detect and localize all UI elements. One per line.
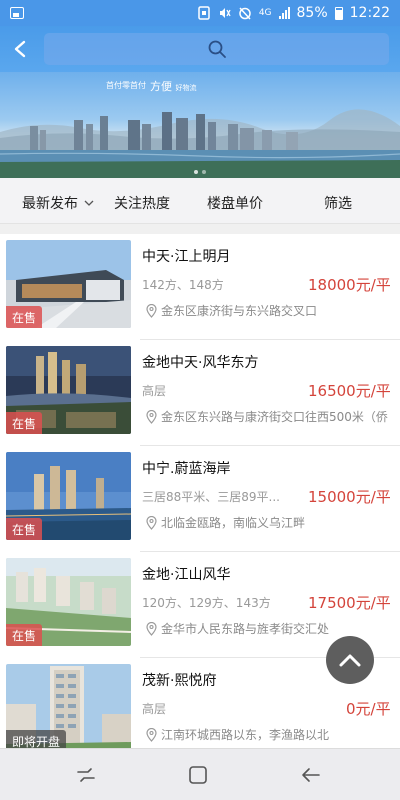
property-name: 金地·江山风华 xyxy=(142,567,231,583)
filter-latest-label: 最新发布 xyxy=(22,196,78,212)
property-address: 北临金瓯路，南临义乌江畔 xyxy=(146,514,400,531)
location-pin-icon xyxy=(146,515,157,530)
app-header xyxy=(0,26,400,72)
filter-bar: 最新发布 关注热度 楼盘单价 筛选 xyxy=(0,178,400,224)
recent-apps-icon xyxy=(77,768,95,782)
system-back-icon xyxy=(302,768,320,782)
chevron-up-icon xyxy=(339,654,361,667)
property-spec: 142方、148方 xyxy=(142,278,224,292)
search-input[interactable] xyxy=(44,33,389,65)
property-photo: 在售 xyxy=(6,558,131,646)
list-item[interactable]: 在售 中宁.蔚蓝海岸 三居88平米、三居89平... 15000元/平 北临金瓯… xyxy=(0,446,400,552)
property-price: 17500元/平 xyxy=(308,594,391,612)
location-pin-icon xyxy=(146,727,157,742)
location-pin-icon xyxy=(146,621,157,636)
property-address-text: 江南环城西路以东，李渔路以北 xyxy=(161,728,330,742)
property-spec: 三居88平米、三居89平... xyxy=(142,490,280,504)
banner-skyline-image xyxy=(0,109,400,178)
alarm-off-icon xyxy=(239,7,251,20)
back-arrow-icon xyxy=(14,40,26,58)
filter-popularity-label: 关注热度 xyxy=(114,196,170,212)
status-badge: 在售 xyxy=(6,412,43,434)
screenshot-icon xyxy=(198,6,210,20)
property-price: 16500元/平 xyxy=(308,382,391,400)
filter-screen[interactable]: 筛选 xyxy=(324,193,352,213)
property-spec: 高层 xyxy=(142,702,167,716)
filter-unit-price[interactable]: 楼盘单价 xyxy=(207,193,263,213)
scroll-to-top-button[interactable] xyxy=(326,636,374,684)
property-address: 江南环城西路以东，李渔路以北 xyxy=(146,726,400,743)
filter-popularity[interactable]: 关注热度 xyxy=(114,193,170,213)
signal-icon xyxy=(278,7,290,19)
back-button[interactable] xyxy=(0,26,40,72)
chevron-down-icon xyxy=(84,200,94,206)
status-bar: 4G 85% 12:22 xyxy=(0,0,400,26)
list-item[interactable]: 在售 金地中天·风华东方 高层 16500元/平 金东区东兴路与康济街交口往西5… xyxy=(0,340,400,446)
status-badge: 在售 xyxy=(6,518,43,540)
status-badge: 在售 xyxy=(6,624,43,646)
gallery-notification-icon xyxy=(10,7,24,19)
network-type: 4G xyxy=(258,8,272,18)
property-address-text: 金华市人民东路与旌孝街交汇处 xyxy=(161,622,330,636)
search-icon xyxy=(208,40,226,58)
location-pin-icon xyxy=(146,303,157,318)
property-name: 金地中天·风华东方 xyxy=(142,355,259,371)
property-name: 中天·江上明月 xyxy=(142,249,231,265)
promo-banner[interactable]: 首付零首付 方便 好物流 xyxy=(0,72,400,178)
system-back-button[interactable] xyxy=(290,755,330,795)
property-address: 金东区东兴路与康济街交口往西500米（侨 xyxy=(146,408,400,425)
property-photo: 在售 xyxy=(6,346,131,434)
property-photo: 即将开盘 xyxy=(6,664,131,752)
property-name: 茂新·熙悦府 xyxy=(142,673,217,689)
property-spec: 120方、129方、143方 xyxy=(142,596,271,610)
property-address-text: 北临金瓯路，南临义乌江畔 xyxy=(161,516,306,530)
list-item[interactable]: 在售 中天·江上明月 142方、148方 18000元/平 金东区康济街与东兴路… xyxy=(0,234,400,340)
property-price: 15000元/平 xyxy=(308,488,391,506)
filter-latest[interactable]: 最新发布 xyxy=(22,193,94,213)
recent-apps-button[interactable] xyxy=(66,755,106,795)
battery-percent: 85% xyxy=(296,5,328,21)
property-address-text: 金东区康济街与东兴路交叉口 xyxy=(161,304,318,318)
property-name: 中宁.蔚蓝海岸 xyxy=(142,461,231,477)
status-badge: 在售 xyxy=(6,306,43,328)
filter-screen-label: 筛选 xyxy=(324,196,352,212)
property-photo: 在售 xyxy=(6,240,131,328)
property-price: 0元/平 xyxy=(346,700,391,718)
system-navigation-bar xyxy=(0,748,400,800)
battery-icon xyxy=(334,6,343,20)
property-address: 金华市人民东路与旌孝街交汇处 xyxy=(146,620,400,637)
filter-unit-price-label: 楼盘单价 xyxy=(207,196,263,212)
home-button[interactable] xyxy=(178,755,218,795)
property-address: 金东区康济街与东兴路交叉口 xyxy=(146,302,400,319)
section-gap xyxy=(0,224,400,234)
clock: 12:22 xyxy=(349,5,390,21)
property-spec: 高层 xyxy=(142,384,167,398)
property-price: 18000元/平 xyxy=(308,276,391,294)
property-photo: 在售 xyxy=(6,452,131,540)
location-pin-icon xyxy=(146,409,157,424)
mute-icon xyxy=(219,8,231,18)
home-icon xyxy=(189,766,207,784)
property-address-text: 金东区东兴路与康济街交口往西500米（侨 xyxy=(161,410,388,424)
